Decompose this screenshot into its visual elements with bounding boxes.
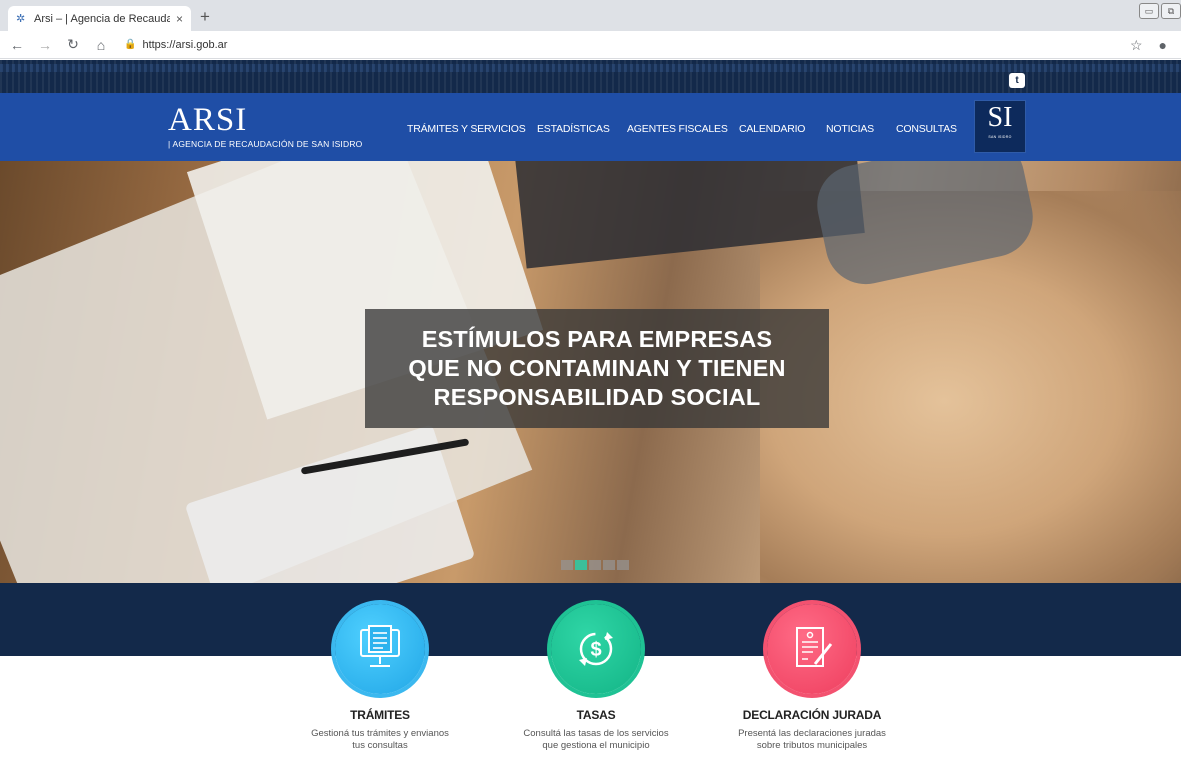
hero-line-1: ESTÍMULOS PARA EMPRESAS xyxy=(421,326,773,352)
service-desc-line2: sobre tributos municipales xyxy=(756,740,868,751)
menu-item-agentes-fiscales[interactable]: AGENTES FISCALES xyxy=(627,123,728,135)
svg-text:$: $ xyxy=(590,639,601,661)
service-declaracion-jurada[interactable]: DECLARACIÓN JURADA Presentá las declarac… xyxy=(722,604,902,764)
slider-dots xyxy=(561,560,629,570)
hero-line-2: QUE NO CONTAMINAN Y TIENEN xyxy=(408,355,786,381)
service-tasas[interactable]: $ TASAS Consultá las tasas de los servic… xyxy=(506,604,686,764)
window-controls: ▭ ⧉ xyxy=(1139,3,1181,19)
service-desc-line1: Consultá las tasas de los servicios xyxy=(523,728,669,739)
service-title: TRÁMITES xyxy=(350,708,410,722)
service-title: TASAS xyxy=(576,708,616,722)
url-text: https://arsi.gob.ar xyxy=(142,38,228,51)
profile-icon[interactable]: ● xyxy=(1159,37,1167,54)
menu-item-calendario[interactable]: CALENDARIO xyxy=(739,123,805,135)
slider-dot-active[interactable] xyxy=(575,560,587,570)
service-desc-line1: Presentá las declaraciones juradas xyxy=(738,728,886,739)
site-favicon-icon: ✲ xyxy=(16,12,26,25)
address-bar[interactable]: 🔒 https://arsi.gob.ar xyxy=(124,39,227,51)
star-icon[interactable]: ☆ xyxy=(1130,37,1143,54)
monitor-document-icon[interactable] xyxy=(335,604,425,694)
menu-item-tramites-y-servicios[interactable]: TRÁMITES Y SERVICIOS xyxy=(407,123,526,135)
forward-icon[interactable]: → xyxy=(34,37,56,53)
hero-banner: ESTÍMULOS PARA EMPRESAS QUE NO CONTAMINA… xyxy=(365,309,829,428)
back-icon[interactable]: ← xyxy=(6,37,28,53)
site-top-strip xyxy=(0,60,1181,93)
menu-item-noticias[interactable]: NOTICIAS xyxy=(826,123,874,135)
minimize-icon[interactable]: ▭ xyxy=(1139,3,1159,19)
slider-dot[interactable] xyxy=(617,560,629,570)
new-tab-button[interactable]: + xyxy=(200,7,210,27)
si-logo-subtext: SAN ISIDRO xyxy=(988,135,1012,139)
hero-slider[interactable]: ESTÍMULOS PARA EMPRESAS QUE NO CONTAMINA… xyxy=(0,161,1181,583)
twitter-icon[interactable]: t xyxy=(1009,73,1025,88)
slider-dot[interactable] xyxy=(589,560,601,570)
hero-line-3: RESPONSABILIDAD SOCIAL xyxy=(433,384,761,410)
arsi-logo[interactable]: ARSI | AGENCIA DE RECAUDACIÓN DE SAN ISI… xyxy=(168,103,362,149)
si-logo-text: SI xyxy=(987,102,1013,133)
service-desc-line2: tus consultas xyxy=(352,740,408,751)
service-desc-line1: Gestioná tus trámites y envianos xyxy=(311,728,449,739)
menu-item-consultas[interactable]: CONSULTAS xyxy=(896,123,957,135)
service-desc-line2: que gestiona el municipio xyxy=(542,740,650,751)
service-title: DECLARACIÓN JURADA xyxy=(742,708,882,722)
tab-title: Arsi – | Agencia de Recaudació xyxy=(34,12,170,25)
san-isidro-logo[interactable]: SI SAN ISIDRO xyxy=(974,100,1026,153)
maximize-icon[interactable]: ⧉ xyxy=(1161,3,1181,19)
home-icon[interactable]: ⌂ xyxy=(90,37,112,53)
logo-subtitle: | AGENCIA DE RECAUDACIÓN DE SAN ISIDRO xyxy=(168,139,363,149)
reload-icon[interactable]: ↻ xyxy=(62,36,84,53)
browser-toolbar: ← → ↻ ⌂ 🔒 https://arsi.gob.ar ☆ ● xyxy=(0,31,1181,59)
slider-dot[interactable] xyxy=(603,560,615,570)
browser-tab[interactable]: ✲ Arsi – | Agencia de Recaudació × xyxy=(8,6,191,31)
dollar-cycle-icon[interactable]: $ xyxy=(551,604,641,694)
menu-item-estadisticas[interactable]: ESTADÍSTICAS xyxy=(537,123,610,135)
logo-title: ARSI xyxy=(168,102,248,138)
signed-document-icon[interactable] xyxy=(767,604,857,694)
service-tramites[interactable]: TRÁMITES Gestioná tus trámites y enviano… xyxy=(290,604,470,764)
browser-tab-bar: ✲ Arsi – | Agencia de Recaudació × + ▭ ⧉ xyxy=(0,0,1181,31)
slider-dot[interactable] xyxy=(561,560,573,570)
lock-icon: 🔒 xyxy=(124,39,137,50)
tab-close-icon[interactable]: × xyxy=(176,12,183,26)
